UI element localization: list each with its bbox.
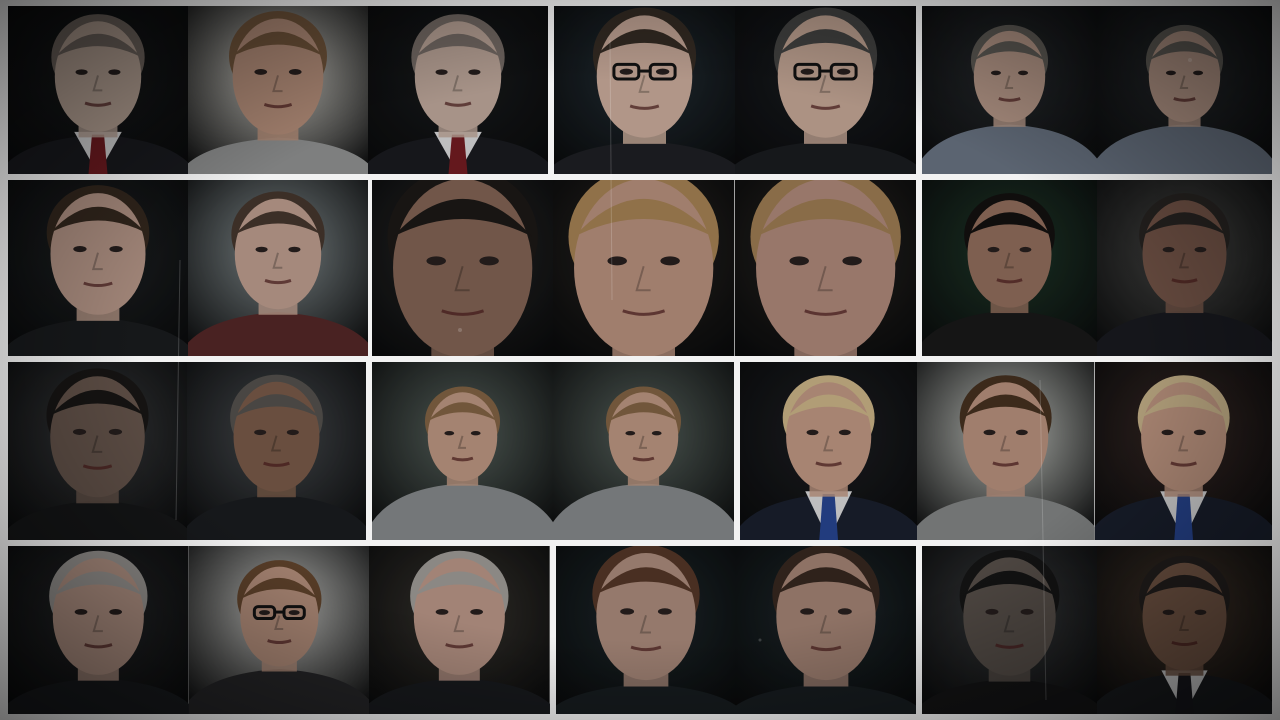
portrait-image xyxy=(553,180,735,356)
tone-overlay xyxy=(554,6,735,174)
group-young-man-and-woman xyxy=(8,180,368,356)
portrait-image xyxy=(922,180,1097,356)
tile-face-bearded-grey-tshirt-right xyxy=(553,362,734,540)
portrait-image xyxy=(553,362,734,540)
portrait-image xyxy=(1097,180,1272,356)
tone-overlay xyxy=(553,180,735,356)
tone-overlay xyxy=(8,546,189,714)
tone-overlay xyxy=(372,180,554,356)
group-puppet-vs-target-russian-leader xyxy=(8,6,548,174)
portrait-image xyxy=(922,546,1097,714)
portrait-image xyxy=(8,362,187,540)
group-blue-tie-trio xyxy=(740,362,1272,540)
tile-face-plaid-shirt-right xyxy=(1097,6,1272,174)
tone-overlay xyxy=(734,180,916,356)
portrait-image xyxy=(372,362,553,540)
tile-face-woman-long-hair-right xyxy=(736,546,916,714)
portrait-image xyxy=(369,546,550,714)
tile-face-young-man-light-bg xyxy=(917,362,1095,540)
portrait-image xyxy=(734,180,916,356)
tile-face-young-man-green-bg xyxy=(922,180,1097,356)
portrait-image xyxy=(917,362,1095,540)
portrait-image xyxy=(740,362,918,540)
tone-overlay xyxy=(740,362,918,540)
tile-face-closeup-dark-skin xyxy=(372,180,554,356)
tile-face-glasses-host-city-night xyxy=(554,6,735,174)
tile-face-young-man-dark xyxy=(8,180,188,356)
portrait-image xyxy=(556,546,736,714)
portrait-image xyxy=(1097,6,1272,174)
tone-overlay xyxy=(188,6,368,174)
portrait-image xyxy=(8,546,189,714)
tile-face-woman-long-hair-left xyxy=(556,546,736,714)
deepfake-face-mosaic xyxy=(0,0,1280,720)
portrait-image xyxy=(368,6,548,174)
tone-overlay xyxy=(1097,180,1272,356)
portrait-image xyxy=(372,180,554,356)
tone-overlay xyxy=(8,362,187,540)
tile-face-suit-speaking xyxy=(187,362,366,540)
tile-face-blond-blue-tie-2 xyxy=(1094,362,1272,540)
tone-overlay xyxy=(369,546,550,714)
portrait-image xyxy=(188,180,368,356)
portrait-image xyxy=(922,6,1097,174)
tile-face-blond-blue-tie xyxy=(740,362,918,540)
tone-overlay xyxy=(1094,362,1272,540)
tone-overlay xyxy=(917,362,1095,540)
portrait-image xyxy=(736,546,916,714)
tile-face-closeup-blond-2 xyxy=(734,180,916,356)
tone-overlay xyxy=(188,180,368,356)
tone-overlay xyxy=(922,6,1097,174)
portrait-image xyxy=(554,6,735,174)
portrait-image xyxy=(8,6,188,174)
tile-face-bw-mustache-speaker xyxy=(922,546,1097,714)
tile-face-suit-red-tie xyxy=(8,6,188,174)
portrait-image xyxy=(1094,362,1272,540)
tile-face-suit-grey-bg xyxy=(1097,180,1272,356)
tone-overlay xyxy=(553,362,734,540)
group-texas-pair xyxy=(8,546,550,714)
tone-overlay xyxy=(368,6,548,174)
tile-face-older-man-dark-2 xyxy=(369,546,550,714)
tone-overlay xyxy=(735,6,916,174)
tile-face-plaid-shirt-left xyxy=(922,6,1097,174)
tile-face-suit-red-tie-2 xyxy=(368,6,548,174)
portrait-image xyxy=(8,180,188,356)
portrait-image xyxy=(735,6,916,174)
group-closeup-politicians xyxy=(372,180,916,356)
group-former-president-pair xyxy=(8,362,366,540)
group-late-night-hosts xyxy=(554,6,916,174)
group-civil-rights-pair xyxy=(922,546,1272,714)
tile-face-glasses-host-dark-studio xyxy=(735,6,916,174)
tile-face-older-man-dark xyxy=(8,546,189,714)
group-actress-pair-teal xyxy=(556,546,916,714)
tone-overlay xyxy=(372,362,553,540)
tile-face-bearded-grey-tshirt-left xyxy=(372,362,553,540)
tile-face-eyes-closed-bw xyxy=(8,362,187,540)
portrait-image xyxy=(188,6,368,174)
tone-overlay xyxy=(188,546,370,714)
tone-overlay xyxy=(922,546,1097,714)
tone-overlay xyxy=(187,362,366,540)
tile-face-glasses-man-polo xyxy=(188,546,370,714)
tone-overlay xyxy=(922,180,1097,356)
group-plaid-shirt-duplicates xyxy=(922,6,1272,174)
tile-face-closeup-blond xyxy=(553,180,735,356)
tone-overlay xyxy=(1097,6,1272,174)
tone-overlay xyxy=(736,546,916,714)
portrait-image xyxy=(188,546,370,714)
tone-overlay xyxy=(8,6,188,174)
tone-overlay xyxy=(556,546,736,714)
portrait-image xyxy=(1097,546,1272,714)
group-grey-tshirt-duplicates xyxy=(372,362,734,540)
tile-face-young-woman-shelves xyxy=(188,180,368,356)
portrait-image xyxy=(187,362,366,540)
group-green-room-pair xyxy=(922,180,1272,356)
tone-overlay xyxy=(1097,546,1272,714)
tile-face-suit-bookshelf xyxy=(1097,546,1272,714)
tone-overlay xyxy=(8,180,188,356)
tile-face-young-man-grey-tshirt xyxy=(188,6,368,174)
